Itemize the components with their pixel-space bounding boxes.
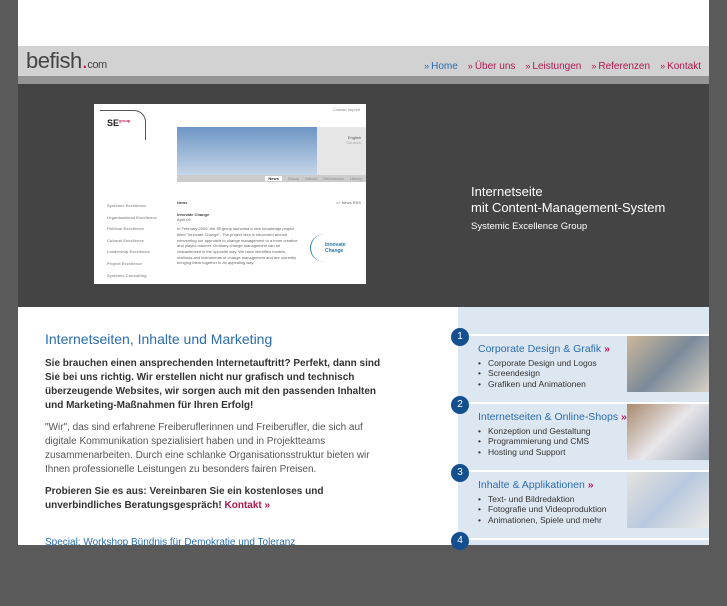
top-banner-area — [18, 0, 709, 46]
kontakt-link[interactable]: Kontakt » — [225, 500, 271, 511]
services-panel: 1 Corporate Design & Grafik » Corporate … — [451, 307, 709, 550]
service-item[interactable]: 4 — [451, 532, 709, 606]
innovate-change-badge: Innovate Change — [310, 234, 350, 262]
service-list: Konzeption und GestaltungProgrammierung … — [478, 426, 591, 457]
lead-text: Sie brauchen einen ansprechenden Interne… — [45, 358, 381, 411]
screenshot-tabs: News Group Offices References Library — [177, 175, 366, 182]
hero-title-line2: mit Content-Management-System — [471, 200, 666, 215]
hero-showcase: SEgroup Contact Imprint English Deutsch N… — [18, 84, 709, 307]
hero-caption: Internetseite mit Content-Management-Sys… — [471, 184, 665, 232]
service-item[interactable]: 1 Corporate Design & Grafik » Corporate … — [451, 328, 709, 402]
nav-kontakt[interactable]: » Kontakt — [660, 61, 701, 72]
laptop-photo — [627, 472, 709, 528]
body-text: "Wir", das sind erfahrene Freiberuflerin… — [45, 422, 370, 475]
se-logo: SEgroup — [107, 118, 131, 128]
team-photo — [627, 336, 709, 392]
nav-home[interactable]: » Home — [424, 61, 458, 72]
page-heading: Internetseiten, Inhalte und Marketing — [45, 331, 273, 347]
service-item[interactable]: 2 Internetseiten & Online-Shops » Konzep… — [451, 396, 709, 470]
main-nav: » Home » Über uns » Leistungen » Referenzen … — [424, 61, 701, 72]
header-strip — [18, 76, 709, 84]
logo[interactable]: befish.com — [26, 48, 107, 74]
nav-leistungen[interactable]: » Leistungen — [525, 61, 581, 72]
page: befish.com » Home » Über uns » Leistungen »… — [18, 0, 709, 550]
screenshot-lang: English Deutsch — [317, 127, 366, 175]
step-badge: 4 — [451, 532, 469, 550]
screenshot-top-links: Contact Imprint — [332, 107, 360, 112]
step-badge: 2 — [451, 396, 469, 414]
service-title[interactable]: Corporate Design & Grafik » — [478, 343, 610, 355]
main-content: Internetseiten, Inhalte und Marketing Si… — [45, 331, 385, 548]
service-list: Text- und BildredaktionFotografie und Vi… — [478, 494, 606, 525]
nav-referenzen[interactable]: » Referenzen — [591, 61, 650, 72]
service-item[interactable]: 3 Inhalte & Applikationen » Text- und Bi… — [451, 464, 709, 538]
step-badge: 3 — [451, 464, 469, 482]
service-title[interactable]: Inhalte & Applikationen » — [478, 479, 594, 491]
team-photo — [627, 404, 709, 460]
screenshot-photo — [177, 127, 317, 175]
nav-ueber-uns[interactable]: » Über uns — [468, 61, 516, 72]
service-list: Corporate Design und LogosScreendesignGr… — [478, 358, 597, 389]
special-link[interactable]: Special: Workshop Bündnis für Demokratie… — [45, 537, 385, 548]
hero-client: Systemic Excellence Group — [471, 221, 588, 232]
step-badge: 1 — [451, 328, 469, 346]
hero-title-line1: Internetseite — [471, 184, 543, 199]
header: befish.com » Home » Über uns » Leistungen »… — [18, 46, 709, 76]
screenshot-sidebar: Systemic Excellence Organisational Excell… — [107, 203, 157, 278]
reference-screenshot[interactable]: SEgroup Contact Imprint English Deutsch N… — [94, 104, 366, 284]
service-title[interactable]: Internetseiten & Online-Shops » — [478, 411, 627, 423]
cta-text: Probieren Sie es aus: Vereinbaren Sie ei… — [45, 486, 324, 511]
